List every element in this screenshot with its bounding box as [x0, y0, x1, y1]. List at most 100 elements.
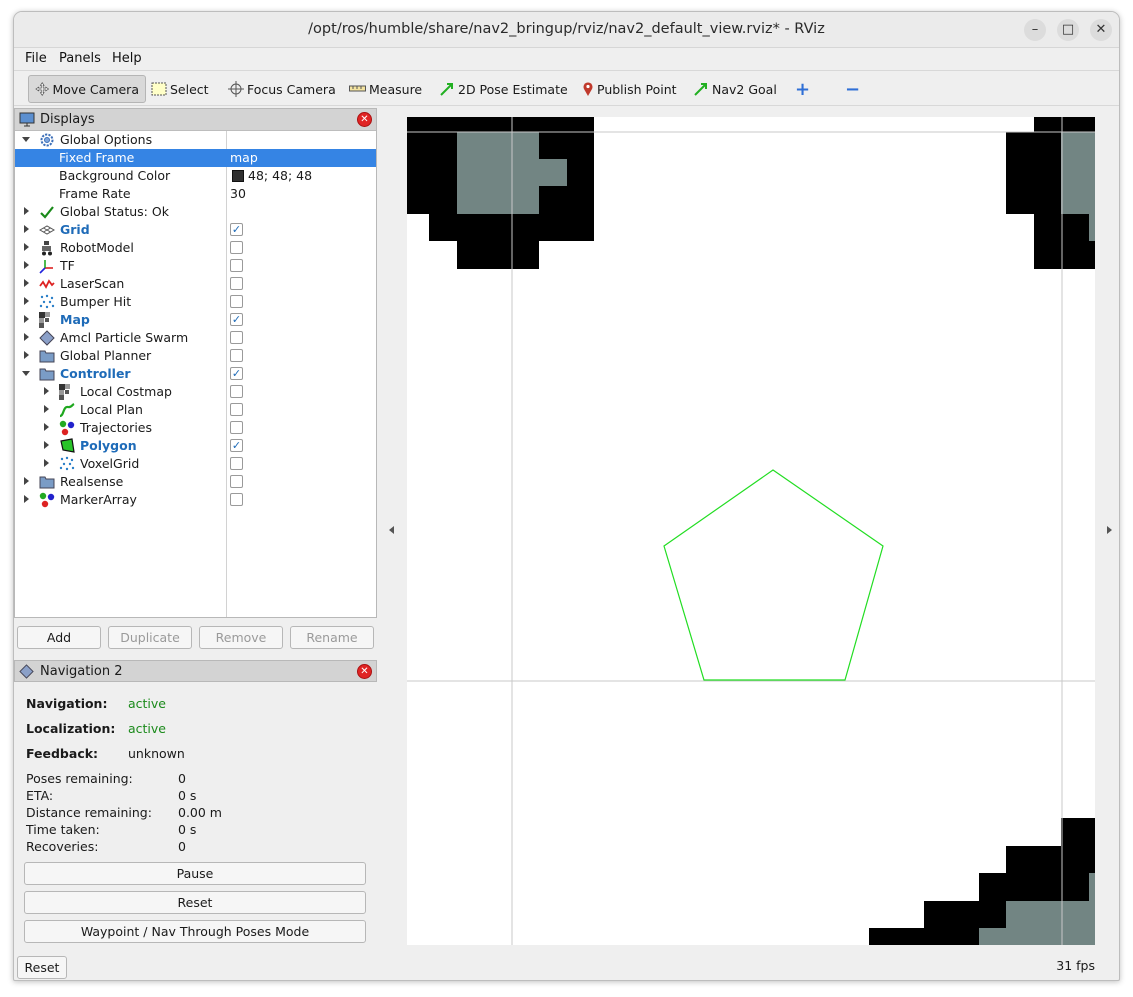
tree-row-local-costmap[interactable]: Local Costmap	[15, 383, 376, 401]
voxel-grid-checkbox[interactable]	[230, 457, 243, 470]
tree-row-trajectories[interactable]: Trajectories	[15, 419, 376, 437]
tree-row-bumper-hit[interactable]: Bumper Hit	[15, 293, 376, 311]
tree-row-fixed-frame[interactable]: Fixed Frame map	[15, 149, 376, 167]
expand-arrow-icon[interactable]	[44, 441, 49, 449]
expand-arrow-icon[interactable]	[24, 261, 29, 269]
grid-checkbox[interactable]: ✓	[230, 223, 243, 236]
viewport-scene[interactable]	[407, 117, 1095, 945]
minimize-button[interactable]: –	[1024, 19, 1046, 41]
amcl-checkbox[interactable]	[230, 331, 243, 344]
close-displays-button[interactable]: ✕	[357, 112, 372, 127]
menu-help[interactable]: Help	[112, 51, 142, 66]
robot-model-checkbox[interactable]	[230, 241, 243, 254]
path-icon	[59, 403, 75, 418]
displays-panel: Displays ✕ Global Options Fixed Frame ma…	[14, 108, 377, 618]
render-viewport[interactable]	[407, 117, 1095, 945]
expand-arrow-icon[interactable]	[44, 423, 49, 431]
move-camera-icon	[35, 82, 50, 96]
pose-estimate-tool[interactable]: 2D Pose Estimate	[433, 75, 574, 103]
expand-arrow-icon[interactable]	[24, 225, 29, 233]
collapse-arrow-icon[interactable]	[22, 137, 30, 142]
color-swatch[interactable]	[232, 170, 244, 182]
left-dock-splitter[interactable]	[384, 108, 404, 954]
tree-row-global-planner[interactable]: Global Planner	[15, 347, 376, 365]
publish-point-tool[interactable]: Publish Point	[576, 75, 683, 103]
add-display-button[interactable]: Add	[17, 626, 101, 649]
tree-row-global-status[interactable]: Global Status: Ok	[15, 203, 376, 221]
move-camera-tool[interactable]: Move Camera	[28, 75, 146, 103]
expand-arrow-icon[interactable]	[24, 495, 29, 503]
map-label: Map	[60, 312, 90, 327]
tree-row-polygon[interactable]: Polygon ✓	[15, 437, 376, 455]
map-checkbox[interactable]: ✓	[230, 313, 243, 326]
expand-arrow-icon[interactable]	[44, 387, 49, 395]
status-reset-button[interactable]: Reset	[17, 956, 67, 979]
focus-camera-tool[interactable]: Focus Camera	[222, 75, 342, 103]
duplicate-display-button[interactable]: Duplicate	[108, 626, 192, 649]
laser-scan-checkbox[interactable]	[230, 277, 243, 290]
markers-icon	[59, 420, 75, 436]
waypoint-mode-button[interactable]: Waypoint / Nav Through Poses Mode	[24, 920, 366, 943]
expand-right-arrow-icon[interactable]	[1107, 526, 1112, 534]
polygon-checkbox[interactable]: ✓	[230, 439, 243, 452]
remove-tool-button[interactable]: −	[839, 75, 866, 103]
tf-checkbox[interactable]	[230, 259, 243, 272]
pause-button[interactable]: Pause	[24, 862, 366, 885]
collapse-left-arrow-icon[interactable]	[389, 526, 394, 534]
tree-row-realsense[interactable]: Realsense	[15, 473, 376, 491]
close-window-button[interactable]: ✕	[1090, 19, 1112, 41]
marker-array-checkbox[interactable]	[230, 493, 243, 506]
nav-reset-button[interactable]: Reset	[24, 891, 366, 914]
tree-row-local-plan[interactable]: Local Plan	[15, 401, 376, 419]
expand-arrow-icon[interactable]	[24, 279, 29, 287]
eta-value: 0 s	[178, 788, 197, 803]
tree-row-laser-scan[interactable]: LaserScan	[15, 275, 376, 293]
rename-display-button[interactable]: Rename	[290, 626, 374, 649]
expand-arrow-icon[interactable]	[24, 207, 29, 215]
tree-row-map[interactable]: Map ✓	[15, 311, 376, 329]
tree-row-amcl[interactable]: Amcl Particle Swarm	[15, 329, 376, 347]
tree-row-marker-array[interactable]: MarkerArray	[15, 491, 376, 509]
bumper-hit-checkbox[interactable]	[230, 295, 243, 308]
frame-rate-value[interactable]: 30	[230, 186, 246, 201]
tree-row-grid[interactable]: Grid ✓	[15, 221, 376, 239]
expand-arrow-icon[interactable]	[24, 315, 29, 323]
local-plan-checkbox[interactable]	[230, 403, 243, 416]
global-planner-checkbox[interactable]	[230, 349, 243, 362]
expand-arrow-icon[interactable]	[24, 297, 29, 305]
fixed-frame-value[interactable]: map	[230, 150, 258, 165]
distance-remaining-value: 0.00 m	[178, 805, 222, 820]
expand-arrow-icon[interactable]	[44, 459, 49, 467]
tree-row-global-options[interactable]: Global Options	[15, 131, 376, 149]
poses-remaining-label: Poses remaining:	[26, 771, 133, 786]
measure-tool[interactable]: Measure	[343, 75, 428, 103]
tree-row-controller[interactable]: Controller ✓	[15, 365, 376, 383]
maximize-button[interactable]: □	[1057, 19, 1079, 41]
controller-checkbox[interactable]: ✓	[230, 367, 243, 380]
collapse-arrow-icon[interactable]	[22, 371, 30, 376]
local-costmap-checkbox[interactable]	[230, 385, 243, 398]
add-tool-button[interactable]: +	[789, 75, 816, 103]
menu-panels[interactable]: Panels	[59, 51, 101, 66]
expand-arrow-icon[interactable]	[24, 243, 29, 251]
realsense-checkbox[interactable]	[230, 475, 243, 488]
remove-display-button[interactable]: Remove	[199, 626, 283, 649]
background-color-value[interactable]: 48; 48; 48	[248, 168, 312, 183]
expand-arrow-icon[interactable]	[44, 405, 49, 413]
status-bar: Reset 31 fps	[14, 954, 1119, 980]
right-dock-splitter[interactable]	[1103, 108, 1119, 954]
tree-row-voxel-grid[interactable]: VoxelGrid	[15, 455, 376, 473]
nav2-goal-tool[interactable]: Nav2 Goal	[687, 75, 783, 103]
expand-arrow-icon[interactable]	[24, 351, 29, 359]
select-tool[interactable]: Select	[145, 75, 215, 103]
trajectories-checkbox[interactable]	[230, 421, 243, 434]
tree-row-robot-model[interactable]: RobotModel	[15, 239, 376, 257]
grid-label: Grid	[60, 222, 90, 237]
tree-row-frame-rate[interactable]: Frame Rate 30	[15, 185, 376, 203]
expand-arrow-icon[interactable]	[24, 477, 29, 485]
expand-arrow-icon[interactable]	[24, 333, 29, 341]
tree-row-tf[interactable]: TF	[15, 257, 376, 275]
menu-file[interactable]: File	[25, 51, 47, 66]
close-navigation2-button[interactable]: ✕	[357, 664, 372, 679]
tree-row-background-color[interactable]: Background Color 48; 48; 48	[15, 167, 376, 185]
